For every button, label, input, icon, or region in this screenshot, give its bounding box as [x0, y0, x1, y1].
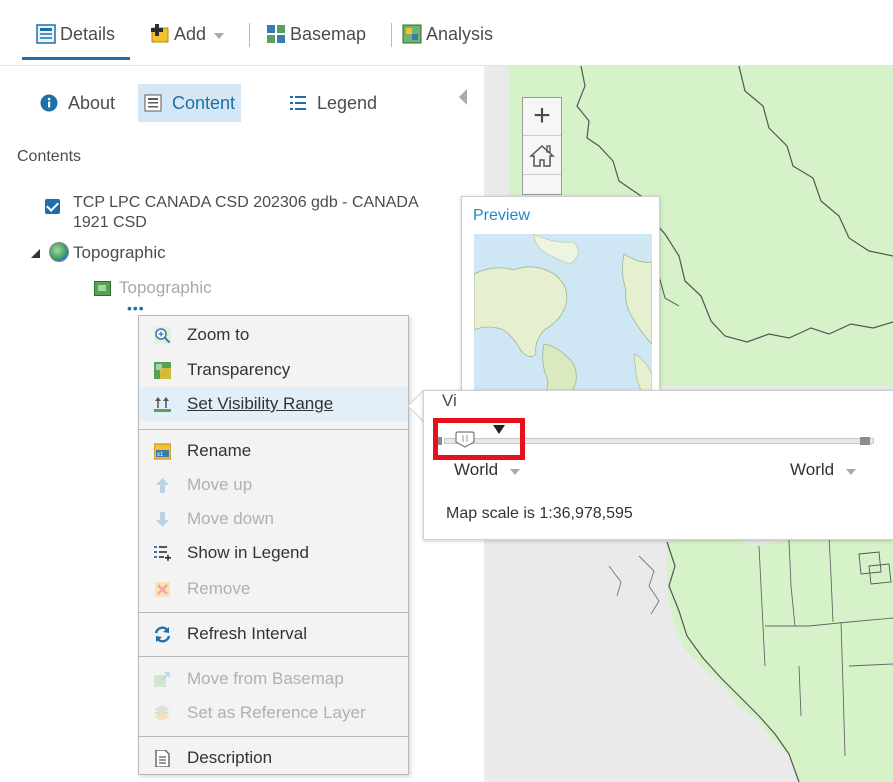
menu-transparency-label: Transparency: [187, 360, 291, 379]
info-icon: [40, 94, 58, 112]
basemap-preview-popup: Preview: [461, 196, 660, 421]
min-scale-dropdown[interactable]: World: [454, 460, 521, 480]
add-button[interactable]: Add: [150, 20, 225, 48]
more-options-icon[interactable]: •••: [127, 300, 145, 316]
details-button[interactable]: Details: [36, 20, 115, 48]
basemap-icon: [266, 24, 286, 44]
active-tab-underline: [22, 57, 130, 60]
menu-move-up-label: Move up: [187, 475, 253, 494]
menu-move-from-basemap[interactable]: Move from Basemap: [139, 662, 408, 696]
map-scale-text: Map scale is 1:36,978,595: [446, 505, 633, 522]
arrow-down-icon: [154, 511, 171, 528]
move-basemap-icon: [154, 671, 171, 688]
menu-set-reference-layer[interactable]: Set as Reference Layer: [139, 696, 408, 730]
home-icon: [529, 144, 555, 167]
legend-add-icon: [154, 545, 171, 562]
visibility-range-popup: Vi World World Map scale is 1:36,978,595: [423, 390, 893, 540]
menu-description[interactable]: Description: [139, 741, 408, 775]
basemap-globe-icon: [49, 242, 69, 262]
menu-rename[interactable]: x1 Rename: [139, 434, 408, 468]
preview-title: Preview: [473, 207, 530, 224]
menu-refresh-interval[interactable]: Refresh Interval: [139, 617, 408, 651]
menu-description-label: Description: [187, 748, 273, 767]
tab-about[interactable]: About: [34, 84, 121, 122]
legend-icon: [289, 94, 307, 112]
collapse-panel-icon[interactable]: [459, 89, 467, 105]
sublayer-label[interactable]: Topographic: [119, 278, 212, 298]
map-zoom-control: +: [522, 97, 562, 195]
min-scale-value: World: [454, 460, 499, 479]
menu-transparency[interactable]: Transparency: [139, 353, 408, 387]
layer-context-menu: Zoom to Transparency Set Visibility Rang…: [138, 315, 409, 775]
tab-content[interactable]: Content: [138, 84, 242, 122]
add-icon: [150, 24, 170, 44]
tab-legend-label: Legend: [317, 92, 378, 113]
menu-show-in-legend[interactable]: Show in Legend: [139, 536, 408, 570]
menu-refresh-interval-label: Refresh Interval: [187, 624, 307, 643]
menu-set-reference-layer-label: Set as Reference Layer: [187, 703, 366, 722]
menu-separator: [139, 656, 408, 657]
collapse-group-icon[interactable]: [30, 248, 40, 258]
menu-set-visibility-range-label: Set Visibility Range: [187, 394, 334, 413]
basemap-group-label[interactable]: Topographic: [73, 243, 166, 263]
menu-zoom-to[interactable]: Zoom to: [139, 318, 408, 352]
chevron-down-icon: [846, 468, 857, 475]
menu-move-from-basemap-label: Move from Basemap: [187, 669, 344, 688]
contents-heading: Contents: [17, 148, 82, 165]
tab-about-label: About: [68, 92, 116, 113]
toolbar-separator: [391, 23, 392, 47]
visibility-range-icon: [154, 396, 171, 413]
home-button[interactable]: [523, 137, 561, 175]
add-dropdown-caret-icon: [214, 32, 225, 39]
zoom-to-icon: [154, 326, 171, 344]
max-scale-value: World: [790, 460, 835, 479]
arrow-up-icon: [154, 477, 171, 494]
add-label: Add: [174, 23, 207, 44]
analysis-button[interactable]: Analysis: [402, 20, 493, 48]
details-icon: [36, 24, 56, 44]
refresh-icon: [154, 626, 171, 643]
top-toolbar: Details Add Basemap Analysis: [0, 0, 893, 66]
toolbar-separator: [249, 23, 250, 47]
layer-visibility-checkbox[interactable]: [45, 199, 60, 214]
menu-zoom-to-label: Zoom to: [187, 325, 250, 344]
menu-set-visibility-range[interactable]: Set Visibility Range: [139, 387, 408, 421]
tab-legend[interactable]: Legend: [283, 84, 383, 122]
content-list-icon: [144, 94, 162, 112]
zoom-in-button[interactable]: +: [523, 98, 561, 136]
basemap-label: Basemap: [290, 23, 367, 44]
menu-separator: [139, 736, 408, 737]
rename-icon: x1: [153, 443, 172, 460]
details-label: Details: [60, 23, 116, 44]
slider-end-cap: [860, 437, 870, 445]
reference-layer-icon: [154, 704, 171, 722]
tile-layer-icon: [94, 281, 111, 296]
max-scale-dropdown[interactable]: World: [790, 460, 857, 480]
description-icon: [154, 748, 171, 768]
menu-rename-label: Rename: [187, 441, 252, 460]
remove-icon: [154, 581, 171, 598]
transparency-icon: [154, 361, 171, 379]
visibility-range-title: Vi: [442, 391, 457, 410]
menu-move-down-label: Move down: [187, 509, 274, 528]
chevron-down-icon: [510, 468, 521, 475]
preview-map-thumbnail: [474, 234, 652, 412]
analysis-label: Analysis: [426, 23, 494, 44]
analysis-icon: [402, 24, 422, 44]
menu-remove-label: Remove: [187, 579, 251, 598]
menu-remove[interactable]: Remove: [139, 572, 408, 606]
tab-content-label: Content: [172, 92, 236, 113]
menu-move-down[interactable]: Move down: [139, 502, 408, 536]
layer-title[interactable]: TCP LPC CANADA CSD 202306 gdb - CANADA 1…: [73, 193, 433, 233]
menu-move-up[interactable]: Move up: [139, 468, 408, 502]
menu-separator: [139, 429, 408, 430]
svg-text:x1: x1: [157, 452, 164, 458]
basemap-button[interactable]: Basemap: [266, 20, 366, 48]
menu-show-in-legend-label: Show in Legend: [187, 543, 309, 562]
menu-separator: [139, 612, 408, 613]
annotation-highlight-box: [433, 418, 525, 460]
